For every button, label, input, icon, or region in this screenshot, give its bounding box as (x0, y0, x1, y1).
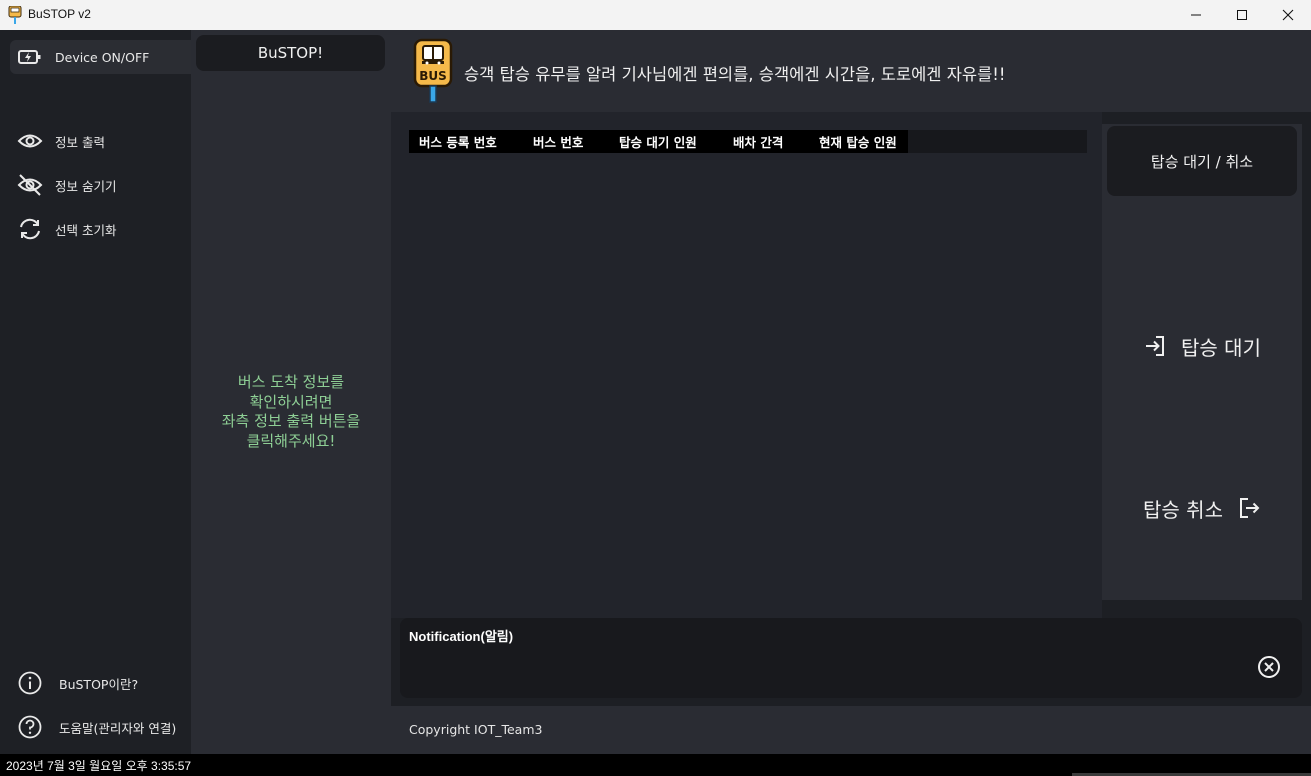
datetime-text: 2023년 7월 3일 월요일 오후 3:35:57 (6, 759, 192, 773)
bus-info-table: 버스 등록 번호 버스 번호 탑승 대기 인원 배차 간격 현재 탑승 인원 (391, 112, 1102, 618)
login-arrow-icon (1146, 336, 1165, 356)
sidebar-item-label: 선택 초기화 (55, 222, 117, 238)
sidebar: Device ON/OFF 정보 출력 정보 숨기기 선택 초기화 BuSTOP… (0, 30, 191, 754)
title-bar: BuSTOP v2 (0, 0, 1311, 30)
bustop-button[interactable]: BuSTOP! (196, 35, 385, 71)
help-icon (17, 714, 43, 740)
notification-panel: Notification(알림) (400, 618, 1302, 698)
sidebar-item-show-info[interactable]: 정보 출력 (10, 124, 191, 158)
clear-notification-icon[interactable] (1257, 655, 1281, 679)
column-header-bus-number[interactable]: 버스 번호 (523, 130, 609, 153)
header: BUS 승객 탑승 유무를 알려 기사님에겐 편의를, 승객에겐 시간을, 도로… (391, 30, 1311, 112)
minimize-icon (1191, 14, 1201, 16)
wait-boarding-label: 탑승 대기 (1181, 335, 1261, 360)
column-header-registration[interactable]: 버스 등록 번호 (409, 130, 523, 153)
footer: Copyright IOT_Team3 (391, 706, 1311, 754)
wait-boarding-button[interactable]: 탑승 대기 (1102, 326, 1302, 366)
sidebar-item-label: BuSTOP이란? (59, 676, 139, 692)
column-header-interval[interactable]: 배차 간격 (723, 130, 809, 153)
maximize-button[interactable] (1219, 0, 1265, 30)
eye-off-icon (17, 172, 43, 198)
bus-stop-app-icon (8, 6, 22, 24)
eye-icon (17, 128, 43, 154)
sidebar-item-device-toggle[interactable]: Device ON/OFF (10, 40, 191, 74)
cancel-boarding-button[interactable]: 탑승 취소 (1102, 488, 1302, 528)
slogan-text: 승객 탑승 유무를 알려 기사님에겐 편의를, 승객에겐 시간을, 도로에겐 자… (464, 65, 1006, 84)
info-icon (17, 670, 43, 696)
minimize-button[interactable] (1173, 0, 1219, 30)
boarding-panel: 탑승 대기 / 취소 탑승 대기 탑승 취소 (1102, 124, 1302, 600)
sidebar-item-label: 정보 출력 (55, 134, 105, 150)
sidebar-item-about[interactable]: BuSTOP이란? (10, 666, 191, 700)
info-hint-text: 버스 도착 정보를 확인하시려면 좌측 정보 출력 버튼을 클릭해주세요! (221, 373, 361, 450)
power-charging-icon (17, 44, 43, 70)
window-title: BuSTOP v2 (28, 7, 91, 21)
logout-arrow-icon (1239, 498, 1260, 518)
table-header-row: 버스 등록 번호 버스 번호 탑승 대기 인원 배차 간격 현재 탑승 인원 (409, 130, 908, 153)
copyright-text: Copyright IOT_Team3 (409, 722, 543, 737)
sidebar-item-reset-selection[interactable]: 선택 초기화 (10, 212, 191, 246)
sidebar-item-label: 정보 숨기기 (55, 178, 117, 194)
column-header-current-riders[interactable]: 현재 탑승 인원 (809, 130, 908, 153)
sidebar-item-label: Device ON/OFF (55, 49, 150, 65)
main-panel: 버스 등록 번호 버스 번호 탑승 대기 인원 배차 간격 현재 탑승 인원 탑… (391, 112, 1311, 706)
refresh-icon (17, 216, 43, 242)
table-header: 버스 등록 번호 버스 번호 탑승 대기 인원 배차 간격 현재 탑승 인원 (409, 130, 1087, 153)
close-button[interactable] (1265, 0, 1311, 30)
cancel-boarding-label: 탑승 취소 (1143, 497, 1223, 522)
sidebar-item-hide-info[interactable]: 정보 숨기기 (10, 168, 191, 202)
bus-logo-text: BUS (419, 69, 447, 83)
info-column: BuSTOP! 버스 도착 정보를 확인하시려면 좌측 정보 출력 버튼을 클릭… (191, 30, 391, 754)
boarding-toggle-button[interactable]: 탑승 대기 / 취소 (1107, 126, 1297, 196)
status-bar: 2023년 7월 3일 월요일 오후 3:35:57 (0, 754, 1311, 776)
close-icon (1282, 9, 1294, 21)
column-header-waiting-count[interactable]: 탑승 대기 인원 (609, 130, 723, 153)
maximize-icon (1237, 10, 1247, 20)
notification-title: Notification(알림) (409, 629, 514, 644)
app-window: Device ON/OFF 정보 출력 정보 숨기기 선택 초기화 BuSTOP… (0, 30, 1311, 754)
sidebar-item-help[interactable]: 도움말(관리자와 연결) (10, 710, 191, 744)
sidebar-item-label: 도움말(관리자와 연결) (59, 720, 177, 736)
bus-stop-logo-icon: BUS (413, 38, 453, 103)
